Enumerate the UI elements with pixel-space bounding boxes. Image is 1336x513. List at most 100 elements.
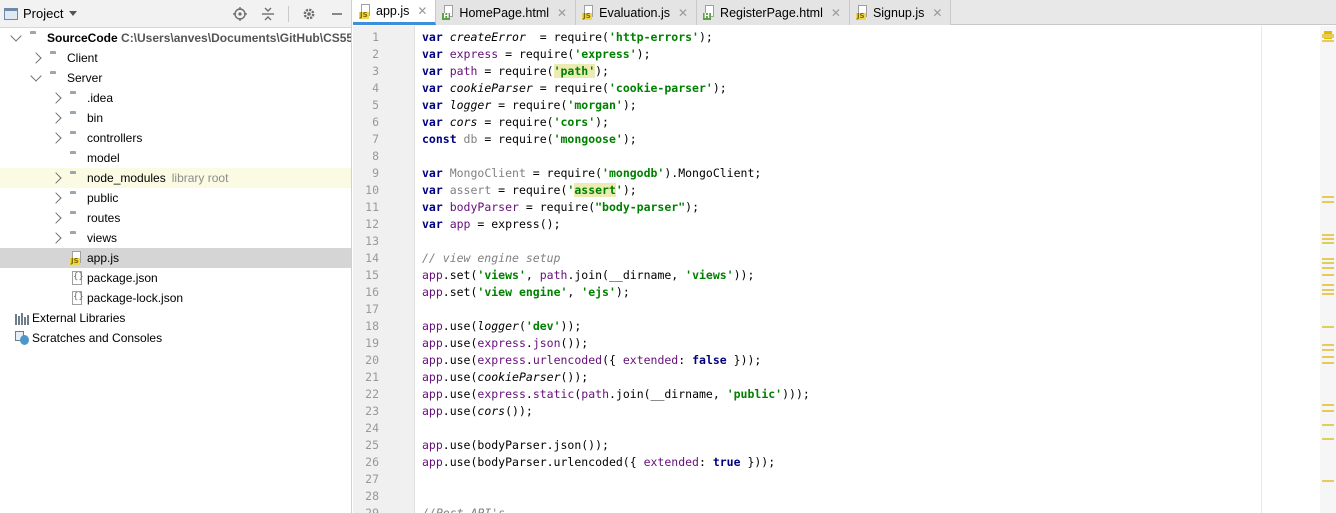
chevron-down-icon[interactable] bbox=[10, 30, 22, 42]
code-line[interactable] bbox=[415, 233, 1262, 250]
warning-marker[interactable] bbox=[1322, 40, 1334, 42]
tree-item[interactable]: node_modules library root bbox=[0, 168, 351, 188]
code-token: createError bbox=[449, 30, 526, 44]
tree-item[interactable]: Server bbox=[0, 68, 351, 88]
code-line[interactable]: app.use(cors()); bbox=[415, 403, 1262, 420]
warning-marker[interactable] bbox=[1322, 258, 1334, 260]
tree-item[interactable]: JS app.js bbox=[0, 248, 351, 268]
code-area[interactable]: var createError = require('http-errors')… bbox=[415, 26, 1262, 513]
chevron-right-icon[interactable] bbox=[50, 92, 62, 104]
tab-app-js[interactable]: JS app.js ✕ bbox=[353, 0, 437, 25]
code-line[interactable]: var logger = require('morgan'); bbox=[415, 97, 1262, 114]
code-line[interactable]: app.use(bodyParser.urlencoded({ extended… bbox=[415, 454, 1262, 471]
code-line[interactable]: var express = require('express'); bbox=[415, 46, 1262, 63]
tree-item[interactable]: public bbox=[0, 188, 351, 208]
tab-homepage-html[interactable]: H HomePage.html ✕ bbox=[436, 0, 577, 25]
code-line[interactable] bbox=[415, 471, 1262, 488]
code-line[interactable] bbox=[415, 301, 1262, 318]
warning-marker[interactable] bbox=[1322, 267, 1334, 269]
chevron-right-icon[interactable] bbox=[50, 232, 62, 244]
code-line[interactable]: var cors = require('cors'); bbox=[415, 114, 1262, 131]
tree-item[interactable]: bin bbox=[0, 108, 351, 128]
collapse-all-icon[interactable] bbox=[260, 6, 276, 22]
warning-marker[interactable] bbox=[1322, 238, 1334, 240]
code-line[interactable]: app.set('view engine', 'ejs'); bbox=[415, 284, 1262, 301]
code-line[interactable]: app.use(express.urlencoded({ extended: f… bbox=[415, 352, 1262, 369]
code-token: "body-parser" bbox=[595, 200, 686, 214]
close-icon[interactable]: ✕ bbox=[831, 6, 841, 20]
code-line[interactable]: //Post API's bbox=[415, 505, 1262, 513]
warning-marker[interactable] bbox=[1322, 404, 1334, 406]
code-line[interactable]: app.use(bodyParser.json()); bbox=[415, 437, 1262, 454]
hide-panel-icon[interactable] bbox=[329, 6, 345, 22]
code-line[interactable]: app.use(express.json()); bbox=[415, 335, 1262, 352]
chevron-down-icon[interactable] bbox=[69, 11, 78, 16]
chevron-right-icon[interactable] bbox=[50, 192, 62, 204]
code-line[interactable]: const db = require('mongoose'); bbox=[415, 131, 1262, 148]
code-line[interactable] bbox=[415, 420, 1262, 437]
tree-item[interactable]: model bbox=[0, 148, 351, 168]
code-line[interactable]: app.use(cookieParser()); bbox=[415, 369, 1262, 386]
warning-marker[interactable] bbox=[1322, 410, 1334, 412]
warning-marker[interactable] bbox=[1322, 196, 1334, 198]
tree-item[interactable]: {} package-lock.json bbox=[0, 288, 351, 308]
code-line[interactable]: var createError = require('http-errors')… bbox=[415, 29, 1262, 46]
error-stripe[interactable] bbox=[1320, 26, 1336, 513]
code-line[interactable]: var path = require('path'); bbox=[415, 63, 1262, 80]
chevron-down-icon[interactable] bbox=[30, 70, 42, 82]
warning-marker[interactable] bbox=[1322, 438, 1334, 440]
tree-item[interactable]: views bbox=[0, 228, 351, 248]
code-line[interactable]: var cookieParser = require('cookie-parse… bbox=[415, 80, 1262, 97]
tree-item[interactable]: controllers bbox=[0, 128, 351, 148]
project-view-selector[interactable]: Project bbox=[23, 6, 63, 21]
code-line[interactable]: // view engine setup bbox=[415, 250, 1262, 267]
warning-marker[interactable] bbox=[1322, 234, 1334, 236]
code-line[interactable]: var MongoClient = require('mongodb').Mon… bbox=[415, 165, 1262, 182]
locate-icon[interactable] bbox=[232, 6, 248, 22]
warning-marker[interactable] bbox=[1322, 284, 1334, 286]
warning-marker[interactable] bbox=[1322, 293, 1334, 295]
warning-marker[interactable] bbox=[1322, 480, 1334, 482]
code-line[interactable]: var bodyParser = require("body-parser"); bbox=[415, 199, 1262, 216]
chevron-right-icon[interactable] bbox=[50, 212, 62, 224]
code-line[interactable]: app.use(logger('dev')); bbox=[415, 318, 1262, 335]
code-line[interactable] bbox=[415, 148, 1262, 165]
tree-item[interactable]: SourceCode C:\Users\anves\Documents\GitH… bbox=[0, 28, 351, 48]
close-icon[interactable]: ✕ bbox=[678, 6, 688, 20]
code-line[interactable]: var assert = require('assert'); bbox=[415, 182, 1262, 199]
warning-marker[interactable] bbox=[1322, 326, 1334, 328]
warning-marker[interactable] bbox=[1322, 274, 1334, 276]
chevron-right-icon[interactable] bbox=[50, 112, 62, 124]
tree-item[interactable]: {} package.json bbox=[0, 268, 351, 288]
tree-item[interactable]: routes bbox=[0, 208, 351, 228]
close-icon[interactable]: ✕ bbox=[557, 6, 567, 20]
tree-item[interactable]: .idea bbox=[0, 88, 351, 108]
warning-marker[interactable] bbox=[1322, 262, 1334, 264]
tab-registerpage-html[interactable]: H RegisterPage.html ✕ bbox=[697, 0, 850, 25]
warning-marker[interactable] bbox=[1322, 242, 1334, 244]
tree-item[interactable]: External Libraries bbox=[0, 308, 351, 328]
warning-marker[interactable] bbox=[1322, 362, 1334, 364]
code-line[interactable]: var app = express(); bbox=[415, 216, 1262, 233]
chevron-right-icon[interactable] bbox=[50, 132, 62, 144]
tab-signup-js[interactable]: JS Signup.js ✕ bbox=[849, 0, 952, 25]
warning-marker[interactable] bbox=[1322, 424, 1334, 426]
code-editor[interactable]: 1 2 3 4 5 6 7 8 9 10 11 12 13 14 15 16 17 18 19 20 21 22 23 24 2… bbox=[353, 26, 1336, 513]
warning-marker[interactable] bbox=[1322, 356, 1334, 358]
tree-item[interactable]: Scratches and Consoles bbox=[0, 328, 351, 348]
close-icon[interactable]: ✕ bbox=[417, 4, 427, 18]
chevron-right-icon[interactable] bbox=[30, 52, 42, 64]
close-icon[interactable]: ✕ bbox=[932, 6, 942, 20]
warning-marker[interactable] bbox=[1322, 344, 1334, 346]
chevron-right-icon[interactable] bbox=[50, 172, 62, 184]
tree-item[interactable]: Client bbox=[0, 48, 351, 68]
code-line[interactable]: app.use(express.static(path.join(__dirna… bbox=[415, 386, 1262, 403]
warning-marker[interactable] bbox=[1322, 201, 1334, 203]
warning-marker[interactable] bbox=[1322, 289, 1334, 291]
code-line[interactable] bbox=[415, 488, 1262, 505]
warning-marker[interactable] bbox=[1322, 349, 1334, 351]
tab-evaluation-js[interactable]: JS Evaluation.js ✕ bbox=[576, 0, 698, 25]
code-line[interactable]: app.set('views', path.join(__dirname, 'v… bbox=[415, 267, 1262, 284]
gear-icon[interactable] bbox=[301, 6, 317, 22]
warning-marker[interactable] bbox=[1322, 36, 1334, 38]
